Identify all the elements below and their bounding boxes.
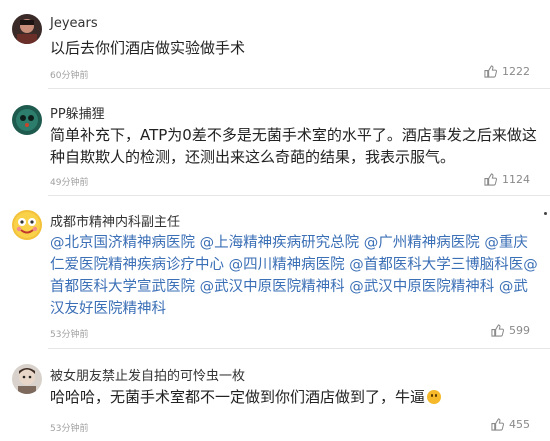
- scroll-indicator: [544, 212, 547, 215]
- comment-item: PP躲捕狸 简单补充下，ATP为0差不多是无菌手术室的水平了。酒店事发之后来做这…: [0, 89, 550, 194]
- avatar[interactable]: [12, 210, 42, 240]
- smile-emoji-icon: [427, 390, 442, 404]
- comment-time: 53分钟前: [50, 424, 89, 434]
- comment-text-content: 哈哈哈，无菌手术室都不一定做到你们酒店做到了，牛逼: [50, 388, 426, 406]
- like-button[interactable]: 1222: [484, 65, 530, 78]
- comment-text: 哈哈哈，无菌手术室都不一定做到你们酒店做到了，牛逼: [50, 386, 540, 408]
- comment-time: 53分钟前: [50, 330, 89, 340]
- comment-text[interactable]: @北京国济精神病医院 @上海精神疾病研究总院 @广州精神病医院 @重庆仁爱医院精…: [50, 232, 540, 320]
- comment-item: Jeyears 以后去你们酒店做实验做手术 60分钟前 1222: [0, 0, 550, 88]
- like-count: 599: [509, 324, 530, 337]
- like-count: 455: [509, 418, 530, 431]
- comment-text: 以后去你们酒店做实验做手术: [50, 39, 246, 57]
- thumbs-up-icon: [491, 418, 504, 431]
- comment-time: 49分钟前: [50, 178, 89, 188]
- like-button[interactable]: 1124: [484, 173, 530, 186]
- comment-time: 60分钟前: [50, 71, 89, 81]
- username[interactable]: PP躲捕狸: [50, 103, 105, 122]
- like-count: 1222: [502, 65, 530, 78]
- comment-item: 被女朋友禁止发自拍的可怜虫一枚 哈哈哈，无菌手术室都不一定做到你们酒店做到了，牛…: [0, 349, 550, 441]
- thumbs-up-icon: [491, 324, 504, 337]
- avatar[interactable]: [12, 14, 42, 44]
- username[interactable]: 成都市精神内科副主任: [50, 211, 180, 230]
- username[interactable]: Jeyears: [50, 16, 98, 31]
- like-count: 1124: [502, 173, 530, 186]
- thumbs-up-icon: [484, 173, 497, 186]
- avatar[interactable]: [12, 364, 42, 394]
- like-button[interactable]: 455: [491, 418, 530, 431]
- thumbs-up-icon: [484, 65, 497, 78]
- comment-item: 成都市精神内科副主任 @北京国济精神病医院 @上海精神疾病研究总院 @广州精神病…: [0, 196, 550, 346]
- like-button[interactable]: 599: [491, 324, 530, 337]
- avatar[interactable]: [12, 105, 42, 135]
- comment-text: 简单补充下，ATP为0差不多是无菌手术室的水平了。酒店事发之后来做这种自欺欺人的…: [50, 126, 537, 166]
- username[interactable]: 被女朋友禁止发自拍的可怜虫一枚: [50, 365, 245, 384]
